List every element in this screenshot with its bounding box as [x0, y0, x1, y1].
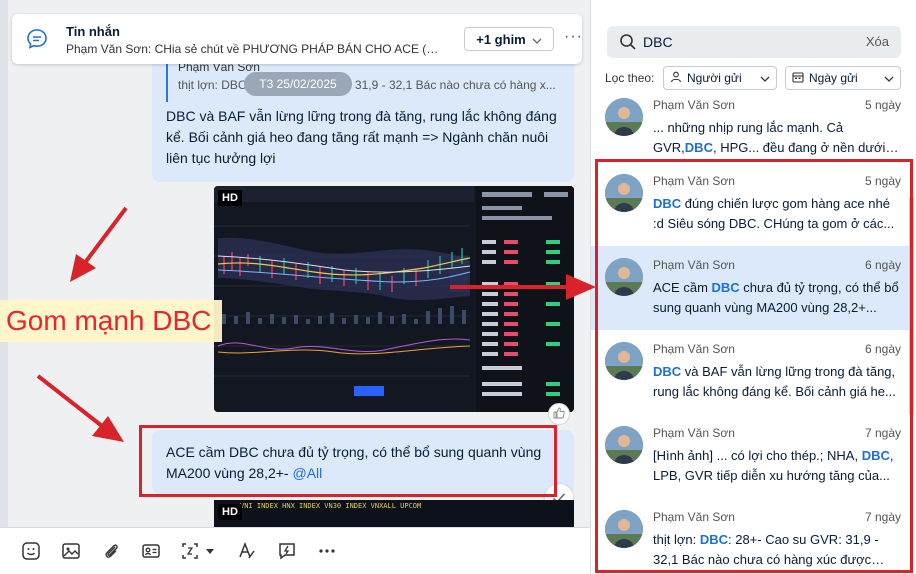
like-reaction-button[interactable]	[548, 403, 570, 425]
annotation-label: Gom mạnh DBC	[0, 300, 222, 342]
left-strip	[0, 0, 8, 574]
contact-card-icon[interactable]	[140, 540, 162, 562]
date-badge: T3 25/02/2025	[244, 72, 352, 96]
filter-sender-label: Người gửi	[687, 71, 742, 85]
filter-date-label: Ngày gửi	[809, 71, 858, 85]
result-sender: Phạm Văn Sơn	[653, 98, 735, 112]
filter-label: Lọc theo:	[605, 71, 655, 85]
hd-badge: HD	[218, 504, 242, 520]
search-input[interactable]: DBC Xóa	[607, 26, 901, 58]
chevron-down-icon	[532, 32, 542, 47]
pinned-text: Phạm Văn Sơn: CHia sẻ chút về PHƯƠNG PHÁ…	[66, 42, 446, 56]
clear-search-button[interactable]: Xóa	[866, 34, 889, 49]
chevron-down-icon	[760, 71, 770, 85]
search-value: DBC	[643, 34, 673, 50]
pinned-message-bar[interactable]: Tin nhắn Phạm Văn Sơn: CHia sẻ chút về P…	[12, 14, 582, 64]
hd-badge: HD	[218, 190, 242, 206]
quick-message-icon[interactable]	[276, 540, 298, 562]
more-options-icon[interactable]: ···	[564, 28, 583, 46]
annotation-arrow-up	[70, 206, 128, 282]
result-snippet: ... những nhịp rung lắc mạnh. Cả GVR,DBC…	[653, 118, 899, 158]
image-icon[interactable]	[60, 540, 82, 562]
text-format-icon[interactable]	[236, 540, 258, 562]
snippet-match: DBC	[684, 140, 713, 155]
result-time: 5 ngày	[864, 98, 901, 112]
annotation-arrow-right	[450, 274, 596, 300]
search-result-item[interactable]: Phạm Văn Sơn 5 ngày ... những nhịp rung lắ…	[591, 86, 909, 170]
person-icon	[670, 71, 682, 86]
annotation-box-message	[139, 425, 557, 497]
pin-count-button[interactable]: +1 ghim	[464, 27, 554, 51]
screenshot-icon[interactable]	[180, 540, 218, 562]
avatar	[605, 98, 643, 136]
sticker-icon[interactable]	[20, 540, 42, 562]
pin-count-label: +1 ghim	[476, 31, 526, 47]
pinned-title: Tin nhắn	[66, 24, 120, 39]
composer-toolbar	[0, 527, 590, 574]
message-bubble-icon	[26, 28, 48, 50]
thumbs-up-icon	[553, 407, 565, 422]
ticker-row: VNI INDEX HNX INDEX VN30 INDEX VNXALL UP…	[240, 502, 422, 510]
quote-text: thịt lợn: DBC: 28+- Cao su GVR: 31,9 - 3…	[178, 78, 556, 92]
attachment-icon[interactable]	[100, 540, 122, 562]
annotation-box-results	[595, 159, 913, 573]
annotation-arrow-down	[36, 374, 124, 442]
chart-image-2[interactable]: HD VNI INDEX HNX INDEX VN30 INDEX VNXALL…	[214, 500, 574, 530]
chevron-down-icon	[884, 71, 894, 85]
calendar-icon	[792, 71, 804, 86]
more-tools-icon[interactable]	[316, 540, 338, 562]
search-icon	[619, 33, 637, 56]
